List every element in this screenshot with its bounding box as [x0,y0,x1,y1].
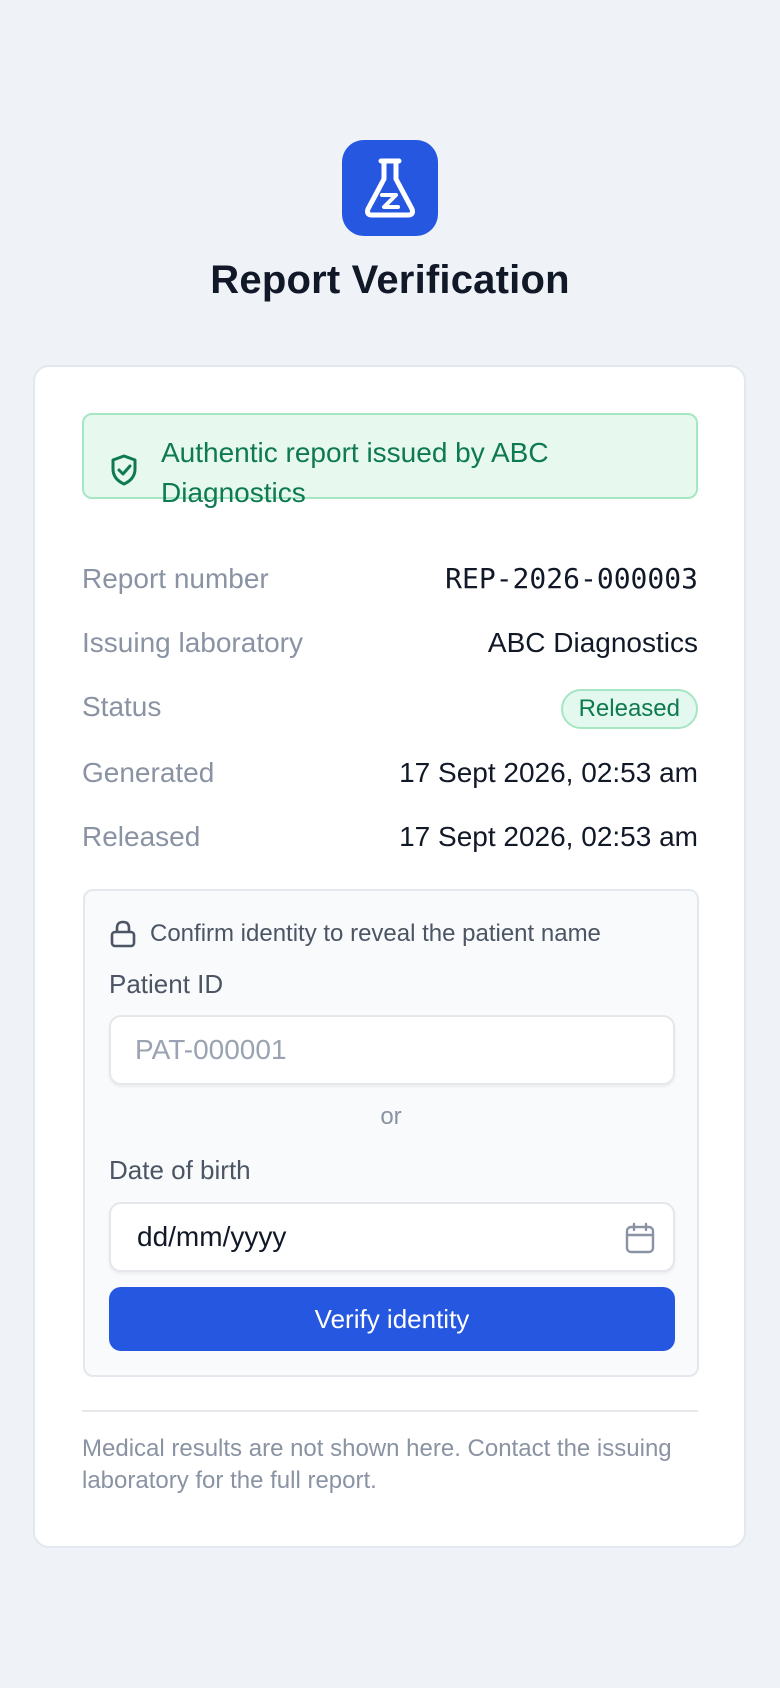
patient-id-label: Patient ID [109,969,224,999]
detail-row-released: Released 17 Sept 2026, 02:53 am [82,817,698,857]
date-of-birth-input[interactable]: dd/mm/yyyy [109,1202,675,1272]
detail-row-report-number: Report number REP-2026-000003 [82,559,698,599]
detail-row-laboratory: Issuing laboratory ABC Diagnostics [82,623,698,663]
detail-row-status: Status Released [82,687,698,729]
detail-label: Released [82,821,201,852]
patient-id-input[interactable]: PAT-000001 [109,1015,675,1085]
detail-label: Generated [82,757,215,788]
date-of-birth-label: Date of birth [109,1155,251,1185]
detail-label: Issuing laboratory [82,627,304,658]
lab-logo [342,140,438,236]
generated-value: 17 Sept 2026, 02:53 am [399,757,698,788]
released-value: 17 Sept 2026, 02:53 am [399,821,698,852]
authentic-banner: Authentic report issued by ABC Diagnosti… [82,413,698,508]
laboratory-value: ABC Diagnostics [487,627,698,658]
identity-confirmation-panel: Confirm identity to reveal the patient n… [83,889,699,1377]
report-number-value: REP-2026-000003 [445,562,698,595]
verify-identity-button[interactable]: Verify identity [109,1287,675,1351]
verification-card: Authentic report issued by ABC Diagnosti… [33,365,746,1548]
page-title: Report Verification [210,258,570,302]
patient-id-placeholder: PAT-000001 [135,1034,287,1065]
date-of-birth-placeholder: dd/mm/yyyy [137,1221,287,1252]
divider [82,1410,698,1412]
identity-note: Confirm identity to reveal the patient n… [150,920,601,947]
detail-label: Status [82,691,162,722]
footer-note: Medical results are not shown here. Cont… [82,1435,672,1494]
detail-row-generated: Generated 17 Sept 2026, 02:53 am [82,753,698,793]
flask-icon [365,158,415,218]
calendar-icon[interactable] [625,1222,655,1254]
lock-icon [110,920,136,948]
banner-text: Authentic report issued by ABC Diagnosti… [161,437,549,508]
shield-check-icon [111,454,137,486]
or-separator: or [380,1103,402,1130]
status-badge: Released [560,689,698,729]
detail-label: Report number [82,563,269,594]
